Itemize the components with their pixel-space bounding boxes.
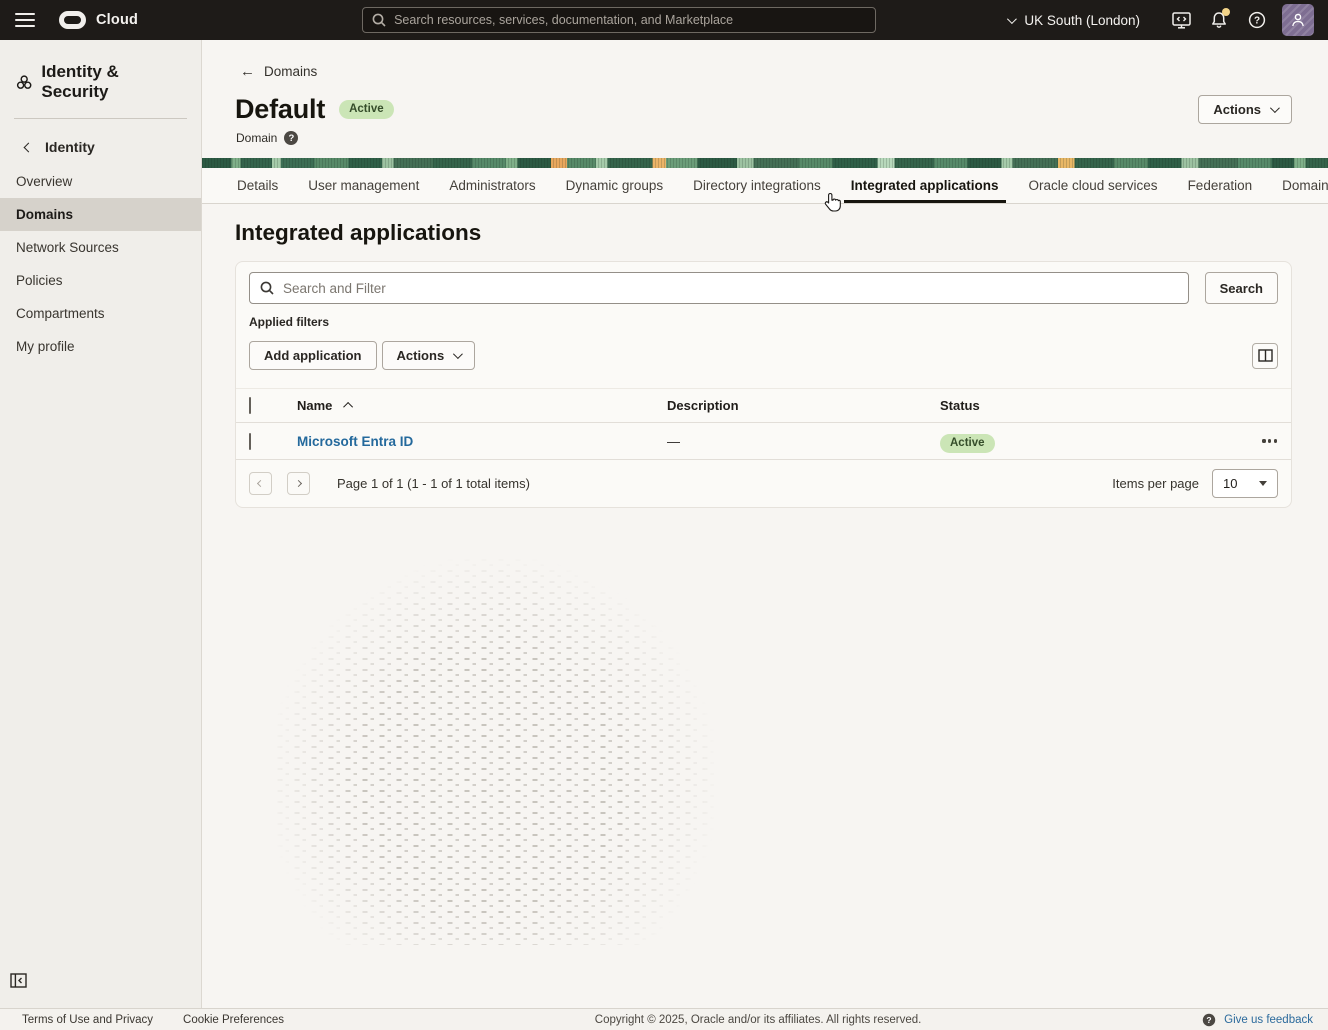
sidebar-title: Identity & Security <box>0 40 201 118</box>
top-header-bar: Cloud UK South (London) ? <box>0 0 1328 40</box>
sidebar-item-compartments[interactable]: Compartments <box>0 297 201 330</box>
pagination-bar: Page 1 of 1 (1 - 1 of 1 total items) Ite… <box>236 460 1291 507</box>
chevron-left-icon <box>257 480 264 487</box>
notification-badge <box>1222 8 1230 16</box>
tab-directory-integrations[interactable]: Directory integrations <box>678 168 836 203</box>
chevron-right-icon <box>295 480 302 487</box>
domain-tab-bar: Details User management Administrators D… <box>202 168 1328 204</box>
search-button[interactable]: Search <box>1205 272 1278 304</box>
tab-user-management[interactable]: User management <box>293 168 434 203</box>
svg-text:?: ? <box>1254 16 1260 27</box>
tab-details[interactable]: Details <box>222 168 293 203</box>
search-icon <box>372 13 386 27</box>
global-search-bar[interactable] <box>362 7 876 33</box>
help-icon: ? <box>1248 11 1266 29</box>
region-label: UK South (London) <box>1024 13 1140 28</box>
chevron-down-icon <box>1007 14 1017 24</box>
table-row: Microsoft Entra ID — Active <box>236 423 1291 460</box>
previous-page-button[interactable] <box>249 472 272 495</box>
columns-icon <box>1258 349 1273 362</box>
tab-integrated-applications[interactable]: Integrated applications <box>836 168 1014 203</box>
domain-status-badge: Active <box>339 100 394 119</box>
cookie-preferences-link[interactable]: Cookie Preferences <box>183 1014 284 1026</box>
sort-ascending-icon <box>344 402 354 412</box>
help-button[interactable]: ? <box>1238 1 1276 39</box>
column-settings-button[interactable] <box>1252 343 1278 369</box>
main-content: ← Domains Default Active Actions Domain … <box>202 40 1328 1008</box>
breadcrumb-domains-link: Domains <box>264 64 317 79</box>
caret-down-icon <box>1259 481 1267 486</box>
items-per-page-label: Items per page <box>1112 476 1199 491</box>
cloud-shell-button[interactable] <box>1162 1 1200 39</box>
sidebar-nav: Overview Domains Network Sources Policie… <box>0 165 201 363</box>
global-search-input[interactable] <box>394 13 866 27</box>
table-header-row: Name Description Status <box>236 388 1291 423</box>
sidebar-item-domains[interactable]: Domains <box>0 198 201 231</box>
background-watermark <box>272 555 752 945</box>
application-name-link[interactable]: Microsoft Entra ID <box>297 434 413 449</box>
sidebar-item-my-profile[interactable]: My profile <box>0 330 201 363</box>
tab-administrators[interactable]: Administrators <box>434 168 550 203</box>
page-title: Default <box>235 94 325 125</box>
row-checkbox[interactable] <box>249 433 251 450</box>
terms-link[interactable]: Terms of Use and Privacy <box>22 1014 153 1026</box>
region-selector[interactable]: UK South (London) <box>1007 13 1140 28</box>
left-sidebar: Identity & Security Identity Overview Do… <box>0 40 202 1008</box>
sidebar-item-overview[interactable]: Overview <box>0 165 201 198</box>
copyright-text: Copyright © 2025, Oracle and/or its affi… <box>314 1014 1202 1026</box>
items-per-page-select[interactable]: 10 <box>1212 469 1278 498</box>
back-arrow-icon: ← <box>240 64 255 79</box>
resource-type-label: Domain <box>236 131 277 145</box>
search-icon <box>260 281 274 295</box>
tab-domain-policies[interactable]: Domain policies <box>1267 168 1328 203</box>
chevron-down-icon <box>453 349 463 359</box>
sidebar-item-network-sources[interactable]: Network Sources <box>0 231 201 264</box>
hamburger-menu-icon[interactable] <box>15 13 35 27</box>
domain-help-icon[interactable]: ? <box>284 131 298 145</box>
oracle-cloud-logo[interactable]: Cloud <box>59 11 138 29</box>
tab-dynamic-groups[interactable]: Dynamic groups <box>551 168 679 203</box>
content-heading: Integrated applications <box>235 220 1292 246</box>
page-footer: Terms of Use and Privacy Cookie Preferen… <box>0 1008 1328 1030</box>
profile-avatar[interactable] <box>1282 4 1314 36</box>
applied-filters-label: Applied filters <box>249 315 1291 329</box>
select-all-checkbox[interactable] <box>249 397 251 414</box>
identity-security-icon <box>16 74 32 91</box>
column-header-name[interactable]: Name <box>297 398 667 413</box>
brand-label: Cloud <box>96 12 138 28</box>
add-application-button[interactable]: Add application <box>249 341 377 370</box>
sidebar-collapse-button[interactable] <box>10 973 27 988</box>
decorative-banner <box>202 158 1328 168</box>
application-description: — <box>667 434 940 449</box>
table-actions-button[interactable]: Actions <box>382 341 476 370</box>
sidebar-back-identity[interactable]: Identity <box>0 119 201 165</box>
applications-panel: Search Applied filters Add application A… <box>235 261 1292 508</box>
pagination-text: Page 1 of 1 (1 - 1 of 1 total items) <box>337 476 530 491</box>
oracle-o-logo-icon <box>59 11 86 29</box>
feedback-help-icon: ? <box>1202 1013 1216 1027</box>
column-header-status: Status <box>940 398 1247 413</box>
row-actions-menu-button[interactable] <box>1247 439 1291 442</box>
column-header-description: Description <box>667 398 940 413</box>
svg-text:?: ? <box>1207 1015 1212 1025</box>
give-feedback-link[interactable]: Give us feedback <box>1224 1014 1313 1026</box>
collapse-panel-icon <box>10 973 27 988</box>
sidebar-item-policies[interactable]: Policies <box>0 264 201 297</box>
tab-federation[interactable]: Federation <box>1173 168 1268 203</box>
cloud-shell-icon <box>1172 12 1191 29</box>
chevron-left-icon <box>24 142 34 152</box>
page-actions-button[interactable]: Actions <box>1198 95 1292 124</box>
breadcrumb[interactable]: ← Domains <box>202 40 317 79</box>
person-icon <box>1290 12 1306 28</box>
notifications-button[interactable] <box>1200 1 1238 39</box>
applications-table: Name Description Status Microsoft Entra … <box>236 388 1291 460</box>
filter-search-input[interactable] <box>283 281 1178 296</box>
tab-oracle-cloud-services[interactable]: Oracle cloud services <box>1014 168 1173 203</box>
next-page-button[interactable] <box>287 472 310 495</box>
filter-search-box[interactable] <box>249 272 1189 304</box>
application-status-badge: Active <box>940 434 995 453</box>
chevron-down-icon <box>1270 103 1280 113</box>
